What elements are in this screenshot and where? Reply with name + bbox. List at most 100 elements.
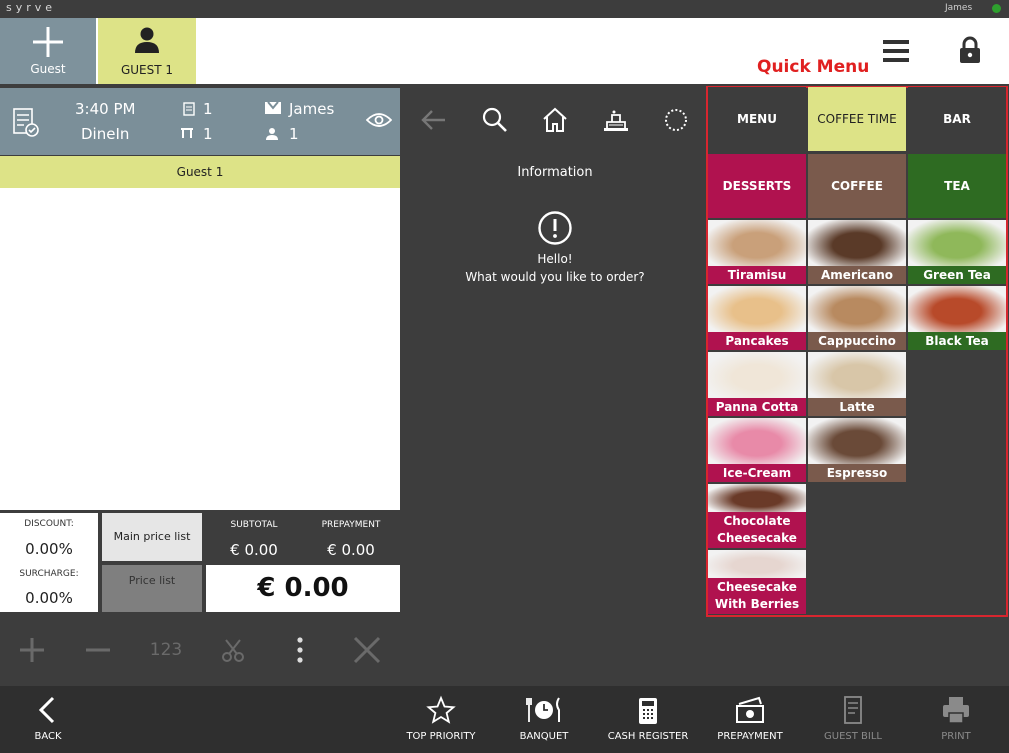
surcharge-label: SURCHARGE: bbox=[19, 569, 79, 579]
chevron-left-icon bbox=[38, 696, 55, 724]
print-button[interactable]: PRINT bbox=[926, 690, 986, 748]
order-total: € 0.00 bbox=[206, 565, 400, 612]
prepayment-label: PREPAYMENT bbox=[321, 520, 381, 530]
quick-menu-title: Quick Menu bbox=[757, 57, 870, 77]
more-options-icon[interactable] bbox=[282, 632, 318, 668]
guest-tab[interactable]: GUEST 1 bbox=[98, 18, 196, 84]
top-priority-button[interactable]: TOP PRIORITY bbox=[400, 690, 482, 748]
menu-item[interactable]: Latte bbox=[808, 352, 906, 416]
status-indicator bbox=[992, 4, 1001, 13]
split-scissors-icon[interactable] bbox=[215, 632, 251, 668]
main-price-list-button[interactable]: Main price list bbox=[102, 513, 202, 561]
menu-item-name: Panna Cotta bbox=[708, 398, 806, 416]
greeting-text: Hello! bbox=[537, 252, 573, 266]
discount-label: DISCOUNT: bbox=[24, 519, 74, 529]
menu-item-name: Latte bbox=[808, 398, 906, 416]
order-prompt-text: What would you like to order? bbox=[465, 270, 645, 284]
menu-item-name: Black Tea bbox=[908, 332, 1006, 350]
home-icon[interactable] bbox=[539, 104, 571, 136]
kitchen-printer-icon[interactable] bbox=[600, 104, 632, 136]
prepayment-value: € 0.00 bbox=[327, 541, 375, 559]
search-icon[interactable] bbox=[479, 104, 511, 136]
order-status-icon bbox=[13, 108, 39, 137]
guests-icon bbox=[266, 128, 278, 140]
discount-value: 0.00% bbox=[25, 540, 73, 558]
decrease-quantity-icon[interactable] bbox=[80, 632, 116, 668]
back-arrow-icon[interactable] bbox=[418, 104, 450, 136]
order-count-icon bbox=[183, 102, 195, 116]
loading-spinner-icon bbox=[665, 109, 687, 131]
guest-bill-icon bbox=[844, 696, 862, 724]
menu-item-image bbox=[708, 418, 806, 464]
order-items-list[interactable] bbox=[0, 188, 400, 510]
menu-item[interactable]: Espresso bbox=[808, 418, 906, 482]
quick-menu-category[interactable]: DESSERTS bbox=[708, 154, 806, 218]
delete-icon[interactable] bbox=[349, 632, 385, 668]
menu-item[interactable]: Panna Cotta bbox=[708, 352, 806, 416]
table-count: 1 bbox=[203, 125, 213, 143]
guests-count: 1 bbox=[289, 125, 299, 143]
subtotal-value: € 0.00 bbox=[230, 541, 278, 559]
order-type: DineIn bbox=[81, 125, 130, 143]
brand-logo: syrve bbox=[6, 1, 57, 14]
table-icon bbox=[181, 128, 193, 138]
quick-menu-tab[interactable]: BAR bbox=[908, 87, 1006, 151]
menu-item[interactable]: Black Tea bbox=[908, 286, 1006, 350]
menu-item-name: Pancakes bbox=[708, 332, 806, 350]
quick-menu-category[interactable]: COFFEE bbox=[808, 154, 906, 218]
star-icon bbox=[426, 695, 456, 724]
menu-item-image bbox=[908, 220, 1006, 266]
guest-row[interactable]: Guest 1 bbox=[0, 156, 400, 188]
menu-item[interactable]: Tiramisu bbox=[708, 220, 806, 284]
waiter-icon bbox=[265, 101, 281, 114]
guest-tab-label: GUEST 1 bbox=[120, 63, 174, 77]
guest-bill-label: GUEST BILL bbox=[824, 731, 882, 742]
top-status-bar bbox=[0, 0, 1009, 18]
price-list-button[interactable]: Price list bbox=[102, 565, 202, 612]
menu-item[interactable]: Ice-Cream bbox=[708, 418, 806, 482]
prepayment-money-icon bbox=[736, 696, 764, 723]
menu-item-image bbox=[808, 352, 906, 398]
menu-item-image bbox=[708, 352, 806, 398]
banquet-clock-icon bbox=[526, 697, 560, 722]
quick-menu-tab[interactable]: COFFEE TIME bbox=[808, 87, 906, 151]
lock-icon[interactable] bbox=[958, 36, 982, 64]
discount-surcharge-box[interactable]: DISCOUNT: 0.00% SURCHARGE: 0.00% bbox=[0, 513, 98, 612]
menu-item[interactable]: Pancakes bbox=[708, 286, 806, 350]
cash-register-icon bbox=[639, 698, 657, 724]
menu-item-name: Tiramisu bbox=[708, 266, 806, 284]
menu-item[interactable]: Chocolate Cheesecake bbox=[708, 484, 806, 548]
guest-bill-button[interactable]: GUEST BILL bbox=[818, 690, 888, 748]
printer-icon bbox=[943, 697, 969, 724]
print-label: PRINT bbox=[941, 731, 971, 742]
orders-count: 1 bbox=[203, 100, 213, 118]
menu-item[interactable]: Green Tea bbox=[908, 220, 1006, 284]
cash-register-label: CASH REGISTER bbox=[607, 731, 689, 742]
quick-menu-category[interactable]: TEA bbox=[908, 154, 1006, 218]
add-guest-button[interactable]: Guest bbox=[0, 18, 96, 84]
back-button[interactable]: BACK bbox=[18, 690, 78, 748]
prepayment-button[interactable]: PREPAYMENT bbox=[712, 690, 788, 748]
surcharge-value: 0.00% bbox=[25, 589, 73, 607]
information-title: Information bbox=[517, 165, 593, 180]
cash-register-button[interactable]: CASH REGISTER bbox=[604, 690, 692, 748]
add-guest-label: Guest bbox=[30, 62, 66, 76]
menu-item[interactable]: Cheesecake With Berries bbox=[708, 550, 806, 614]
menu-item-name: Cheesecake With Berries bbox=[708, 578, 806, 614]
menu-item[interactable]: Americano bbox=[808, 220, 906, 284]
hamburger-menu-icon[interactable] bbox=[882, 38, 910, 64]
order-time: 3:40 PM bbox=[75, 100, 136, 118]
quantity-keypad-button[interactable]: 123 bbox=[146, 632, 186, 668]
quick-menu-tab[interactable]: MENU bbox=[708, 87, 806, 151]
menu-item-name: Ice-Cream bbox=[708, 464, 806, 482]
menu-item[interactable]: Cappuccino bbox=[808, 286, 906, 350]
current-user: James bbox=[945, 3, 973, 13]
menu-item-image bbox=[908, 286, 1006, 332]
top-priority-label: TOP PRIORITY bbox=[406, 731, 476, 742]
banquet-label: BANQUET bbox=[519, 731, 569, 742]
banquet-button[interactable]: BANQUET bbox=[504, 690, 584, 748]
plus-icon bbox=[33, 27, 63, 57]
menu-item-name: Espresso bbox=[808, 464, 906, 482]
increase-quantity-icon[interactable] bbox=[14, 632, 50, 668]
eye-icon[interactable] bbox=[366, 111, 392, 129]
